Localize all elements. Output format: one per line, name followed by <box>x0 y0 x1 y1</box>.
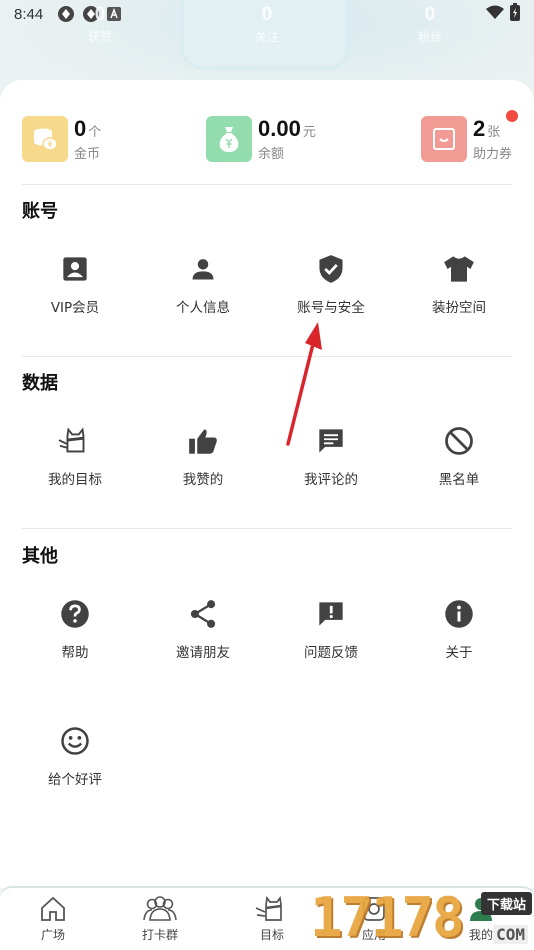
section-title-other: 其他 <box>22 546 58 567</box>
vouchers-unit: 张 <box>487 125 501 140</box>
grid-label: 问题反馈 <box>304 645 358 661</box>
watermark-badge: 下载站 <box>480 892 532 915</box>
grid-item-personal-info[interactable]: 个人信息 <box>139 252 267 316</box>
divider <box>22 356 512 357</box>
help-icon <box>58 597 92 631</box>
stat-fans-label: 粉丝 <box>417 30 442 44</box>
balance-unit: 元 <box>302 125 316 140</box>
target-cat-icon <box>58 424 92 458</box>
grid-label: 关于 <box>445 645 473 661</box>
grid-item-liked[interactable]: 我赞的 <box>139 424 267 488</box>
coin-stack-icon <box>22 116 68 162</box>
tshirt-icon <box>442 252 476 286</box>
info-icon <box>442 597 476 631</box>
stat-likes[interactable]: 0 获赞 <box>60 4 140 45</box>
grid-label: 黑名单 <box>438 472 480 488</box>
balance-value: 0.00 <box>258 116 301 141</box>
nav-label: 广场 <box>40 928 65 942</box>
stat-following[interactable]: 0 关注 <box>227 4 307 45</box>
stat-likes-value: 0 <box>94 4 106 25</box>
vip-card-icon <box>58 252 92 286</box>
stat-following-label: 关注 <box>254 30 279 44</box>
nav-label: 目标 <box>259 928 284 942</box>
person-icon <box>186 252 220 286</box>
grid-item-account-security[interactable]: 账号与安全 <box>267 252 395 316</box>
grid-item-rate[interactable]: 给个好评 <box>11 724 139 788</box>
grid-label: 帮助 <box>61 645 89 661</box>
grid-label: VIP会员 <box>50 300 100 316</box>
money-bag-icon <box>206 116 252 162</box>
profile-card: 0 个 金币 0.00 元 余额 2 张 助力券 账号 VIP会员 个人信息 账… <box>0 80 534 888</box>
watermark: 17178 下载站 COM <box>310 884 534 950</box>
voucher-icon <box>421 116 467 162</box>
grid-label: 我评论的 <box>304 472 358 488</box>
thumbs-up-icon <box>186 424 220 458</box>
nav-checkin-group[interactable]: 打卡群 <box>120 896 200 943</box>
watermark-suffix: COM <box>493 925 528 944</box>
grid-item-help[interactable]: 帮助 <box>11 597 139 661</box>
grid-label: 个人信息 <box>176 300 230 316</box>
vouchers-value: 2 <box>473 116 486 141</box>
wallet-coins[interactable]: 0 个 金币 <box>22 116 101 162</box>
notification-dot <box>506 110 519 122</box>
smile-icon <box>58 724 92 758</box>
grid-label: 我赞的 <box>182 472 224 488</box>
watermark-digits: 17178 <box>310 885 465 949</box>
grid-label: 装扮空间 <box>432 300 486 316</box>
grid-item-my-goals[interactable]: 我的目标 <box>11 424 139 488</box>
profile-stats: 0 获赞 0 关注 0 粉丝 <box>0 4 534 48</box>
grid-label: 我的目标 <box>48 472 102 488</box>
nav-square[interactable]: 广场 <box>13 896 93 943</box>
coins-label: 金币 <box>74 147 101 162</box>
grid-item-invite[interactable]: 邀请朋友 <box>139 597 267 661</box>
divider <box>22 184 512 185</box>
grid-item-blacklist[interactable]: 黑名单 <box>395 424 523 488</box>
feedback-icon <box>314 597 348 631</box>
target-cat-icon <box>255 896 282 921</box>
section-title-data: 数据 <box>22 373 58 394</box>
stat-fans-value: 0 <box>424 4 436 25</box>
stat-following-value: 0 <box>261 4 273 25</box>
divider <box>22 528 512 529</box>
coins-value: 0 <box>74 116 87 141</box>
grid-item-about[interactable]: 关于 <box>395 597 523 661</box>
grid-item-vip[interactable]: VIP会员 <box>11 252 139 316</box>
shield-check-icon <box>314 252 348 286</box>
grid-label: 账号与安全 <box>297 300 365 316</box>
nav-label: 打卡群 <box>141 928 178 942</box>
share-icon <box>186 597 220 631</box>
coins-unit: 个 <box>88 125 102 140</box>
grid-label: 邀请朋友 <box>176 645 230 661</box>
wallet-balance[interactable]: 0.00 元 余额 <box>206 116 316 162</box>
stat-fans[interactable]: 0 粉丝 <box>390 4 470 45</box>
section-title-account: 账号 <box>22 201 58 222</box>
balance-label: 余额 <box>258 147 285 162</box>
nav-goals[interactable]: 目标 <box>232 896 312 943</box>
grid-label: 给个好评 <box>48 772 102 788</box>
grid-item-dress-up[interactable]: 装扮空间 <box>395 252 523 316</box>
wallet-vouchers[interactable]: 2 张 助力券 <box>421 110 519 162</box>
group-icon <box>143 896 177 921</box>
block-icon <box>442 424 476 458</box>
vouchers-label: 助力券 <box>473 147 513 162</box>
stat-likes-label: 获赞 <box>87 30 112 44</box>
home-icon <box>41 896 65 921</box>
annotation-arrow <box>286 322 322 446</box>
wallet-row: 0 个 金币 0.00 元 余额 2 张 助力券 <box>0 110 534 164</box>
grid-item-feedback[interactable]: 问题反馈 <box>267 597 395 661</box>
